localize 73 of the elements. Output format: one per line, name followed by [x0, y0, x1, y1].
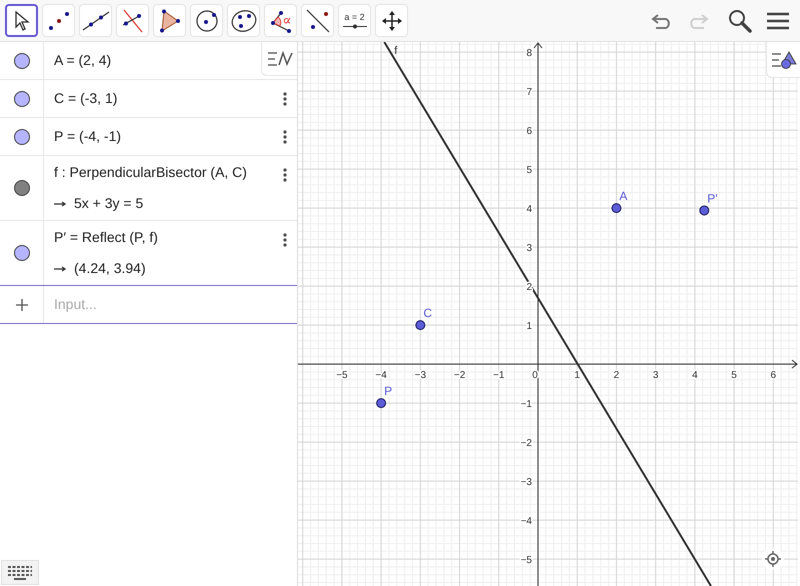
slider-tool-label: a = 2 [344, 12, 365, 22]
tick-label: 8 [526, 48, 532, 60]
points-icon [46, 10, 70, 30]
tick-label: 3 [652, 370, 658, 382]
tick-label: −5 [520, 555, 532, 566]
search-icon [728, 8, 752, 32]
tool-button[interactable] [5, 4, 38, 37]
style-bar-icon [770, 50, 796, 68]
menu-icon [767, 12, 789, 30]
tick-label: −5 [336, 370, 348, 382]
angle-icon [268, 8, 292, 32]
tick-label: 3 [526, 243, 532, 254]
point-label: P [384, 384, 392, 398]
visibility-marble[interactable] [14, 180, 30, 196]
algebra-expression[interactable]: A = (2, 4) [54, 50, 112, 71]
pointer-icon [14, 10, 30, 30]
tick-label: −4 [520, 516, 532, 528]
graphics-style-bar-button[interactable] [766, 42, 800, 78]
more-dots-icon [283, 92, 287, 106]
keyboard-button[interactable] [1, 560, 39, 585]
output-arrow-icon [54, 200, 66, 206]
input-field[interactable]: Input... [44, 286, 297, 323]
circle-icon [194, 8, 218, 32]
visibility-marble[interactable] [14, 128, 30, 144]
visibility-marble[interactable] [14, 90, 30, 106]
point-label: A [619, 189, 628, 204]
tick-label: 4 [692, 370, 698, 382]
tick-label: 5 [526, 165, 532, 176]
reflect-icon [304, 8, 330, 34]
point-label: P' [707, 191, 718, 206]
tick-label: 1 [574, 370, 580, 382]
tick-label: 6 [526, 126, 532, 138]
line-icon [82, 10, 110, 30]
tick-label: 2 [614, 370, 620, 382]
target-icon [765, 551, 781, 567]
tick-label: 0 [532, 370, 538, 382]
tick-label: 4 [526, 204, 532, 216]
style-bar-button[interactable] [261, 42, 297, 76]
tool-button[interactable]: a = 2 [338, 4, 371, 37]
tick-label: 6 [770, 370, 776, 382]
tick-label: 1 [526, 321, 532, 332]
tick-label: −1 [520, 399, 532, 410]
plus-icon [16, 298, 28, 310]
tick-label: 7 [526, 87, 532, 98]
visibility-marble[interactable] [14, 52, 30, 68]
triangle-icon [158, 8, 180, 32]
algebra-output: 5x + 3y = 5 [74, 194, 144, 213]
ellipse-icon [230, 8, 258, 32]
tick-label: −4 [375, 370, 387, 382]
tick-label: 5 [731, 370, 737, 382]
slider-line-icon [342, 24, 366, 28]
keyboard-icon [7, 564, 33, 580]
algebra-expression[interactable]: P′ = Reflect (P, f) [54, 227, 158, 248]
move-arrows-icon [382, 10, 402, 30]
algebra-expression[interactable]: P = (-4, -1) [54, 126, 122, 147]
line-label: f [394, 45, 398, 57]
more-dots-icon [283, 233, 287, 247]
style-bar-icon [266, 50, 292, 68]
algebra-output: (4.24, 3.94) [74, 259, 146, 278]
tick-label: −3 [520, 477, 532, 488]
point-label: C [423, 306, 432, 320]
algebra-expression[interactable]: f : PerpendicularBisector (A, C) [54, 162, 247, 183]
undo-icon [651, 12, 673, 28]
tick-label: −1 [493, 370, 504, 382]
tick-label: −3 [414, 370, 426, 382]
visibility-marble[interactable] [14, 245, 30, 261]
more-dots-icon [283, 168, 287, 182]
tick-label: −2 [454, 370, 466, 382]
more-dots-icon [283, 130, 287, 144]
algebra-expression[interactable]: C = (-3, 1) [54, 88, 118, 109]
tick-label: −2 [520, 438, 532, 450]
output-arrow-icon [54, 266, 66, 272]
redo-icon [687, 12, 709, 28]
